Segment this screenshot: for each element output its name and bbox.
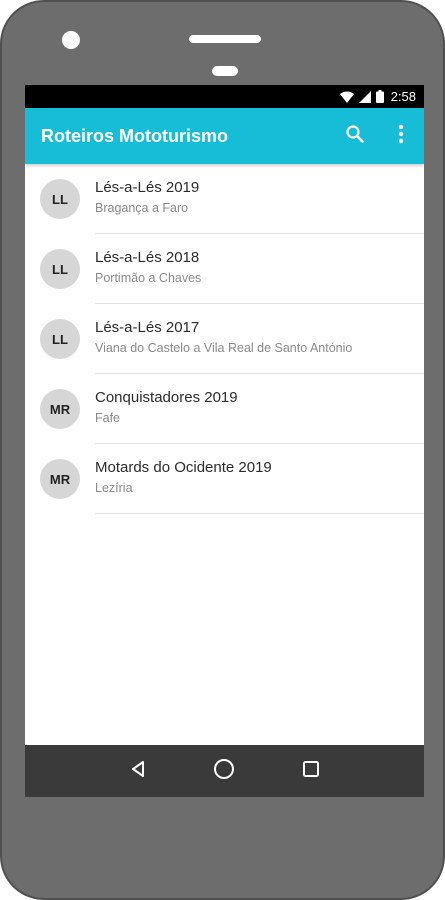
more-options-button[interactable] — [378, 108, 424, 164]
list-item[interactable]: MR Conquistadores 2019 Fafe — [25, 374, 424, 444]
route-subtitle: Fafe — [95, 411, 121, 425]
app-title: Roteiros Mototurismo — [41, 125, 228, 146]
recents-icon — [302, 760, 320, 783]
recents-button[interactable] — [291, 751, 331, 791]
route-list: LL Lés-a-Lés 2019 Bragança a Faro LL Lés… — [25, 164, 424, 514]
signal-icon — [358, 90, 371, 103]
avatar: LL — [40, 319, 80, 359]
route-title: Conquistadores 2019 — [95, 389, 238, 406]
more-vert-icon — [398, 124, 404, 149]
search-button[interactable] — [332, 108, 378, 164]
list-item[interactable]: LL Lés-a-Lés 2017 Viana do Castelo a Vil… — [25, 304, 424, 374]
list-item[interactable]: LL Lés-a-Lés 2019 Bragança a Faro — [25, 164, 424, 234]
route-subtitle: Bragança a Faro — [95, 201, 189, 215]
route-title: Lés-a-Lés 2017 — [95, 319, 200, 336]
list-item[interactable]: MR Motards do Ocidente 2019 Lezíria — [25, 444, 424, 514]
list-item-text: Conquistadores 2019 Fafe — [95, 389, 424, 426]
back-button[interactable] — [118, 751, 158, 791]
search-icon — [345, 124, 365, 149]
home-icon — [213, 758, 235, 785]
avatar: MR — [40, 459, 80, 499]
list-item-text: Lés-a-Lés 2017 Viana do Castelo a Vila R… — [95, 319, 424, 356]
app-bar: Roteiros Mototurismo — [25, 108, 424, 164]
phone-frame: 2:58 Roteiros Mototurismo LL Lés-a-Lés 2… — [0, 0, 445, 900]
avatar: LL — [40, 179, 80, 219]
home-button[interactable] — [204, 751, 244, 791]
route-title: Motards do Ocidente 2019 — [95, 459, 272, 476]
list-item[interactable]: LL Lés-a-Lés 2018 Portimão a Chaves — [25, 234, 424, 304]
back-icon — [129, 760, 147, 783]
front-camera — [62, 31, 80, 49]
route-subtitle: Viana do Castelo a Vila Real de Santo An… — [95, 341, 353, 355]
list-item-text: Lés-a-Lés 2018 Portimão a Chaves — [95, 249, 424, 286]
list-item-text: Lés-a-Lés 2019 Bragança a Faro — [95, 179, 424, 216]
route-subtitle: Portimão a Chaves — [95, 271, 202, 285]
divider — [95, 513, 424, 514]
wifi-icon — [339, 91, 354, 103]
earpiece-speaker — [189, 35, 261, 43]
list-item-text: Motards do Ocidente 2019 Lezíria — [95, 459, 424, 496]
screen: 2:58 Roteiros Mototurismo LL Lés-a-Lés 2… — [25, 85, 424, 797]
proximity-sensor — [212, 66, 238, 76]
route-subtitle: Lezíria — [95, 481, 133, 495]
status-time: 2:58 — [390, 89, 416, 104]
avatar: LL — [40, 249, 80, 289]
route-title: Lés-a-Lés 2019 — [95, 179, 200, 196]
avatar: MR — [40, 389, 80, 429]
navigation-bar — [25, 745, 424, 797]
route-title: Lés-a-Lés 2018 — [95, 249, 200, 266]
status-bar: 2:58 — [25, 85, 424, 108]
battery-icon — [375, 90, 384, 103]
